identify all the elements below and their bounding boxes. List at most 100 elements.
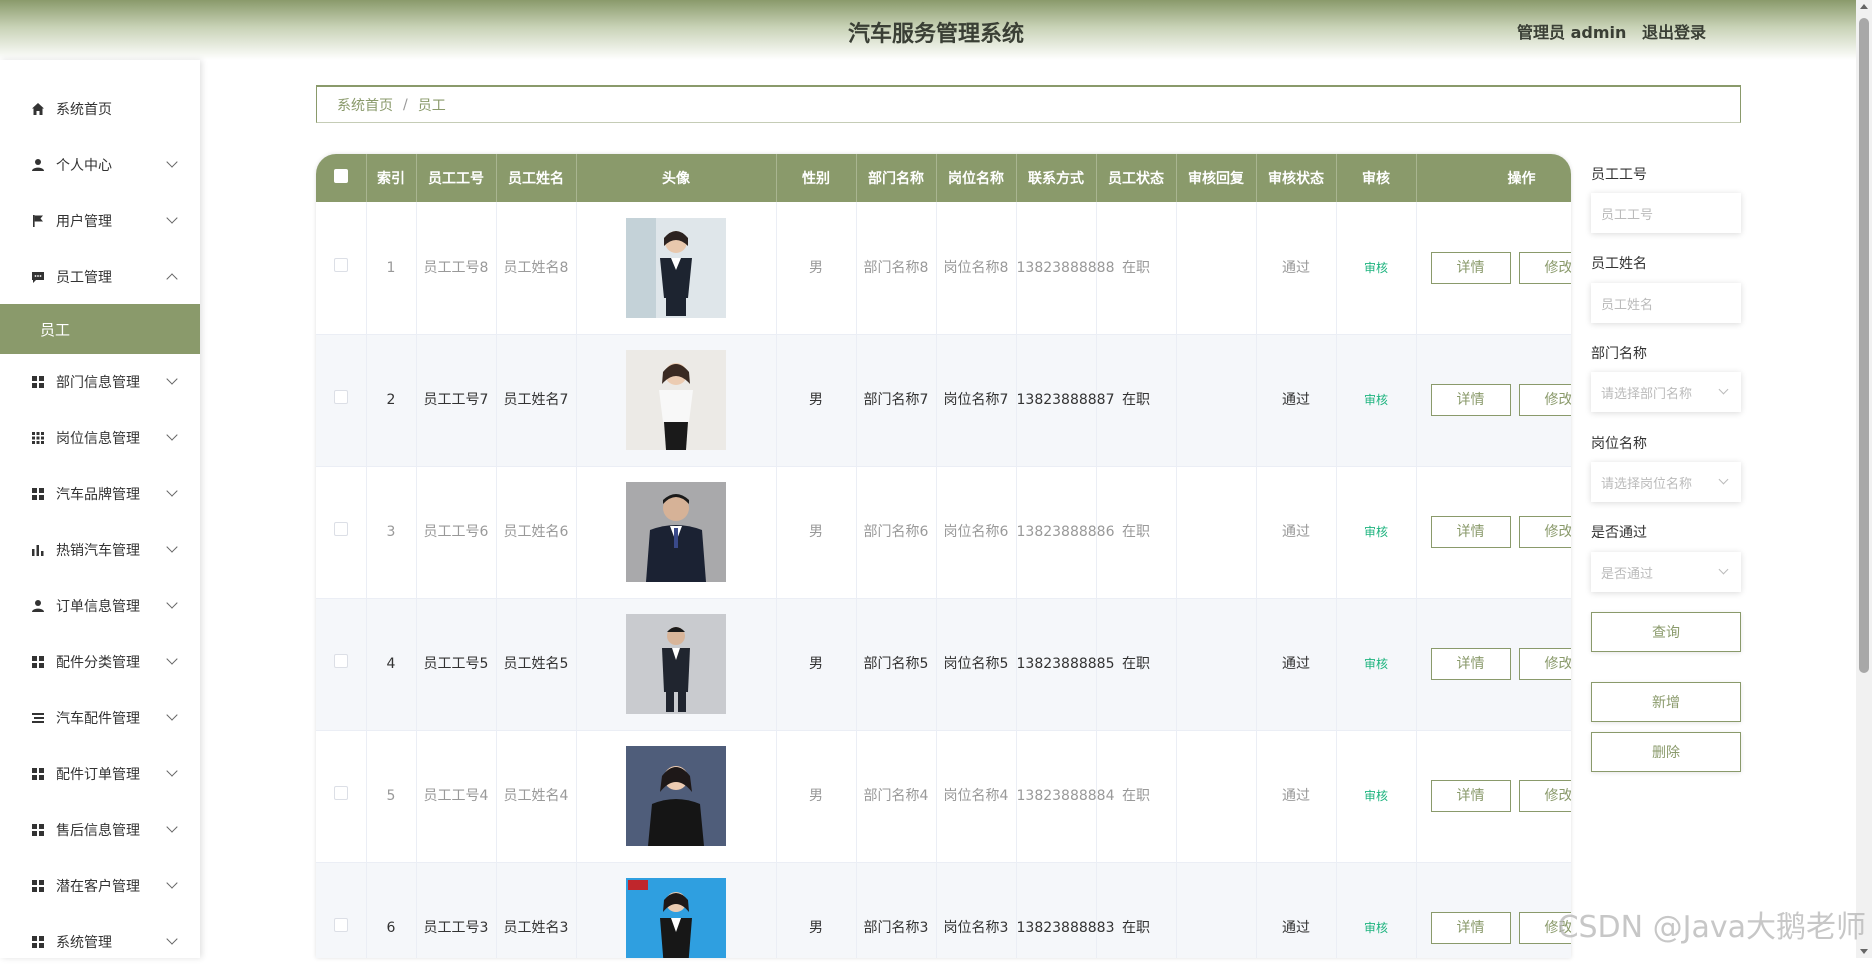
cell-actions: 详情修改 bbox=[1416, 862, 1571, 958]
edit-button[interactable]: 修改 bbox=[1519, 252, 1572, 284]
audit-link[interactable]: 审核 bbox=[1364, 525, 1388, 539]
pass-select[interactable]: 是否通过 bbox=[1591, 552, 1741, 592]
column-header: 索引 bbox=[366, 154, 416, 202]
sidebar-item-posts[interactable]: 岗位信息管理 bbox=[0, 412, 200, 464]
detail-button[interactable]: 详情 bbox=[1431, 516, 1511, 548]
breadcrumb-home[interactable]: 系统首页 bbox=[337, 95, 393, 115]
cell-gender: 男 bbox=[776, 730, 856, 862]
row-select-cell[interactable] bbox=[316, 202, 366, 334]
detail-button[interactable]: 详情 bbox=[1431, 912, 1511, 944]
post-select[interactable]: 请选择岗位名称 bbox=[1591, 462, 1741, 502]
user-box: 管理员 admin 退出登录 bbox=[1517, 19, 1706, 43]
sidebar-subitem-employee[interactable]: 员工 bbox=[0, 304, 200, 354]
sidebar-item-car-brands[interactable]: 汽车品牌管理 bbox=[0, 468, 200, 520]
scroll-down-arrow-icon[interactable] bbox=[1860, 949, 1868, 954]
cell-department: 部门名称7 bbox=[856, 334, 936, 466]
row-select-cell[interactable] bbox=[316, 598, 366, 730]
cell-phone: 13823888888 bbox=[1016, 202, 1096, 334]
sidebar-item-part-categories[interactable]: 配件分类管理 bbox=[0, 636, 200, 688]
edit-button[interactable]: 修改 bbox=[1519, 780, 1572, 812]
edit-button[interactable]: 修改 bbox=[1519, 516, 1572, 548]
sidebar-item-after-sales[interactable]: 售后信息管理 bbox=[0, 804, 200, 856]
cell-avatar bbox=[576, 598, 776, 730]
row-checkbox[interactable] bbox=[334, 786, 348, 800]
sidebar-item-personal[interactable]: 个人中心 bbox=[0, 139, 200, 191]
edit-button[interactable]: 修改 bbox=[1519, 648, 1572, 680]
cell-audit-status: 通过 bbox=[1256, 202, 1336, 334]
cell-employee-no: 员工工号6 bbox=[416, 466, 496, 598]
cell-audit-status: 通过 bbox=[1256, 862, 1336, 958]
column-header: 联系方式 bbox=[1016, 154, 1096, 202]
chevron-down-icon bbox=[166, 373, 177, 384]
row-checkbox[interactable] bbox=[334, 258, 348, 272]
employee-no-label: 员工工号 bbox=[1591, 164, 1647, 184]
detail-button[interactable]: 详情 bbox=[1431, 384, 1511, 416]
audit-link[interactable]: 审核 bbox=[1364, 789, 1388, 803]
scroll-up-arrow-icon[interactable] bbox=[1860, 4, 1868, 9]
employee-name-label: 员工姓名 bbox=[1591, 253, 1647, 273]
row-checkbox[interactable] bbox=[334, 522, 348, 536]
user-icon bbox=[30, 157, 46, 173]
sidebar-item-employees[interactable]: 员工管理 bbox=[0, 251, 200, 303]
sidebar-item-label: 系统管理 bbox=[56, 932, 112, 952]
audit-link[interactable]: 审核 bbox=[1364, 261, 1388, 275]
audit-link[interactable]: 审核 bbox=[1364, 657, 1388, 671]
row-checkbox[interactable] bbox=[334, 918, 348, 932]
cell-status: 在职 bbox=[1096, 862, 1176, 958]
sidebar-item-hot-cars[interactable]: 热销汽车管理 bbox=[0, 524, 200, 576]
sidebar-item-label: 热销汽车管理 bbox=[56, 540, 140, 560]
sidebar-item-orders[interactable]: 订单信息管理 bbox=[0, 580, 200, 632]
cell-avatar bbox=[576, 862, 776, 958]
sidebar-item-label: 售后信息管理 bbox=[56, 820, 140, 840]
cell-department: 部门名称8 bbox=[856, 202, 936, 334]
row-checkbox[interactable] bbox=[334, 390, 348, 404]
cell-audit: 审核 bbox=[1336, 730, 1416, 862]
sidebar-item-label: 配件订单管理 bbox=[56, 764, 140, 784]
row-select-cell[interactable] bbox=[316, 334, 366, 466]
select-all-checkbox[interactable] bbox=[334, 169, 348, 183]
sidebar-item-users[interactable]: 用户管理 bbox=[0, 195, 200, 247]
sidebar-item-car-parts[interactable]: 汽车配件管理 bbox=[0, 692, 200, 744]
sidebar-item-label: 配件分类管理 bbox=[56, 652, 140, 672]
row-select-cell[interactable] bbox=[316, 466, 366, 598]
cell-gender: 男 bbox=[776, 334, 856, 466]
detail-button[interactable]: 详情 bbox=[1431, 648, 1511, 680]
detail-button[interactable]: 详情 bbox=[1431, 780, 1511, 812]
column-header: 操作 bbox=[1416, 154, 1571, 202]
delete-button[interactable]: 删除 bbox=[1591, 732, 1741, 772]
column-header: 审核 bbox=[1336, 154, 1416, 202]
employee-name-input[interactable]: 员工姓名 bbox=[1591, 283, 1741, 323]
page-scrollbar[interactable] bbox=[1856, 0, 1872, 958]
employee-no-input[interactable]: 员工工号 bbox=[1591, 193, 1741, 233]
edit-button[interactable]: 修改 bbox=[1519, 384, 1572, 416]
table-row: 6员工工号3员工姓名3男部门名称3岗位名称313823888883在职通过审核详… bbox=[316, 862, 1571, 958]
cell-index: 4 bbox=[366, 598, 416, 730]
audit-link[interactable]: 审核 bbox=[1364, 921, 1388, 935]
cell-audit-status: 通过 bbox=[1256, 466, 1336, 598]
row-select-cell[interactable] bbox=[316, 730, 366, 862]
cell-employee-name: 员工姓名6 bbox=[496, 466, 576, 598]
cell-audit: 审核 bbox=[1336, 334, 1416, 466]
sidebar-item-prospects[interactable]: 潜在客户管理 bbox=[0, 860, 200, 912]
sidebar-item-home[interactable]: 系统首页 bbox=[0, 83, 200, 135]
logout-link[interactable]: 退出登录 bbox=[1642, 23, 1706, 42]
department-select[interactable]: 请选择部门名称 bbox=[1591, 372, 1741, 412]
cell-employee-name: 员工姓名4 bbox=[496, 730, 576, 862]
cell-index: 3 bbox=[366, 466, 416, 598]
query-button[interactable]: 查询 bbox=[1591, 612, 1741, 652]
sidebar-item-label: 订单信息管理 bbox=[56, 596, 140, 616]
grid-icon bbox=[30, 374, 46, 390]
scrollbar-thumb[interactable] bbox=[1859, 18, 1869, 673]
select-all-header[interactable] bbox=[316, 154, 366, 202]
add-button[interactable]: 新增 bbox=[1591, 682, 1741, 722]
column-header: 员工状态 bbox=[1096, 154, 1176, 202]
sidebar-item-part-orders[interactable]: 配件订单管理 bbox=[0, 748, 200, 800]
sidebar-item-system[interactable]: 系统管理 bbox=[0, 916, 200, 968]
sidebar-item-departments[interactable]: 部门信息管理 bbox=[0, 356, 200, 408]
audit-link[interactable]: 审核 bbox=[1364, 393, 1388, 407]
row-select-cell[interactable] bbox=[316, 862, 366, 958]
detail-button[interactable]: 详情 bbox=[1431, 252, 1511, 284]
row-checkbox[interactable] bbox=[334, 654, 348, 668]
cell-audit-reply bbox=[1176, 730, 1256, 862]
cell-audit: 审核 bbox=[1336, 598, 1416, 730]
